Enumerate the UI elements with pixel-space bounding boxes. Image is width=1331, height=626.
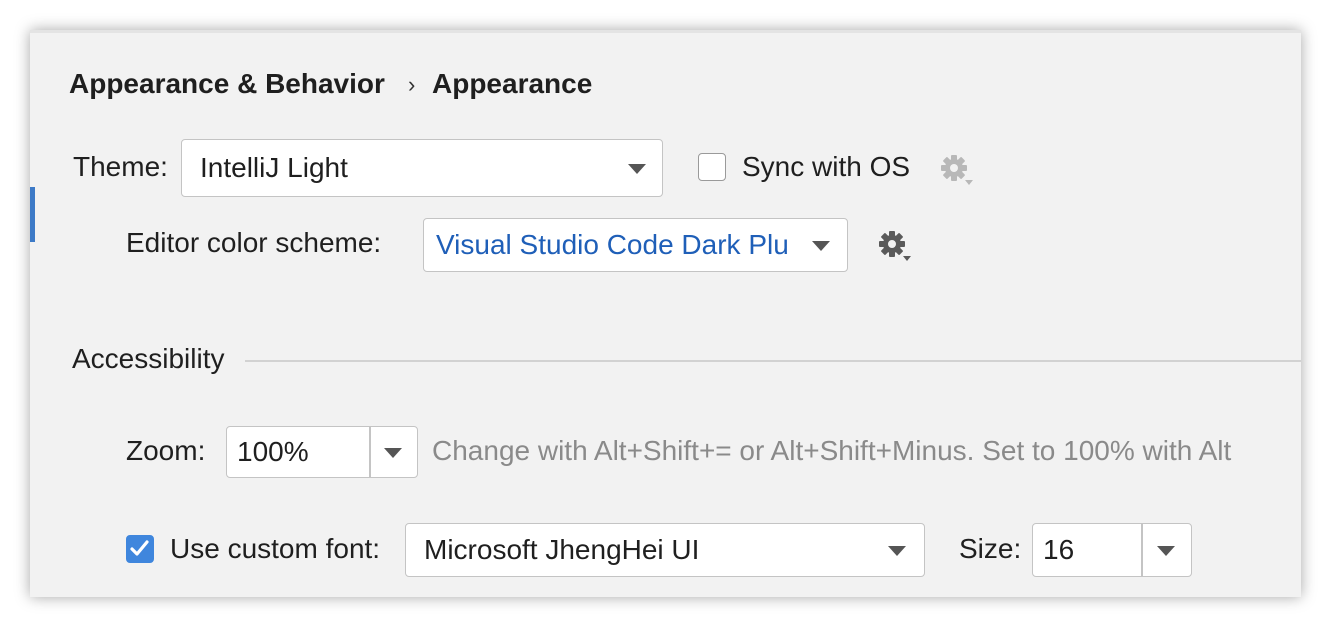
font-size-value[interactable]: 16 xyxy=(1043,534,1074,566)
zoom-label: Zoom: xyxy=(126,435,206,466)
font-size-combobox[interactable]: 16 xyxy=(1032,523,1192,577)
settings-panel: Appearance & Behavior › Appearance Theme… xyxy=(30,30,1301,597)
chevron-down-icon[interactable] xyxy=(1157,546,1175,556)
editor-color-scheme-label: Editor color scheme: xyxy=(126,227,382,258)
accessibility-heading: Accessibility xyxy=(72,343,225,374)
checkmark-icon xyxy=(130,540,149,556)
custom-font-dropdown[interactable]: Microsoft JhengHei UI xyxy=(405,523,925,577)
top-divider xyxy=(30,30,1301,33)
use-custom-font-label[interactable]: Use custom font: xyxy=(170,533,380,565)
sync-with-os-label[interactable]: Sync with OS xyxy=(742,151,910,183)
selection-accent-bar xyxy=(30,187,35,242)
gear-icon[interactable] xyxy=(876,229,916,265)
editor-color-scheme-value: Visual Studio Code Dark Plu xyxy=(436,229,789,260)
gear-icon[interactable] xyxy=(938,153,978,189)
editor-color-scheme-dropdown[interactable]: Visual Studio Code Dark Plu xyxy=(423,218,848,272)
custom-font-value: Microsoft JhengHei UI xyxy=(424,534,700,565)
font-size-combobox-divider xyxy=(1141,524,1143,576)
sync-with-os-checkbox[interactable] xyxy=(698,153,726,181)
zoom-hint: Change with Alt+Shift+= or Alt+Shift+Min… xyxy=(432,435,1232,466)
chevron-down-icon xyxy=(628,164,646,174)
zoom-combobox[interactable]: 100% xyxy=(226,426,418,478)
use-custom-font-checkbox[interactable] xyxy=(126,535,154,563)
breadcrumb-separator: › xyxy=(408,72,416,97)
chevron-down-icon xyxy=(888,546,906,556)
zoom-value[interactable]: 100% xyxy=(237,436,309,468)
theme-value: IntelliJ Light xyxy=(200,152,348,183)
breadcrumb-parent[interactable]: Appearance & Behavior xyxy=(69,68,385,100)
font-size-label: Size: xyxy=(959,533,1022,564)
section-divider xyxy=(245,360,1301,362)
zoom-combobox-divider xyxy=(369,427,371,477)
chevron-down-icon xyxy=(812,241,830,251)
theme-label: Theme: xyxy=(73,151,168,182)
chevron-down-icon[interactable] xyxy=(384,448,402,458)
breadcrumb-current: Appearance xyxy=(432,68,593,99)
theme-dropdown[interactable]: IntelliJ Light xyxy=(181,139,663,197)
